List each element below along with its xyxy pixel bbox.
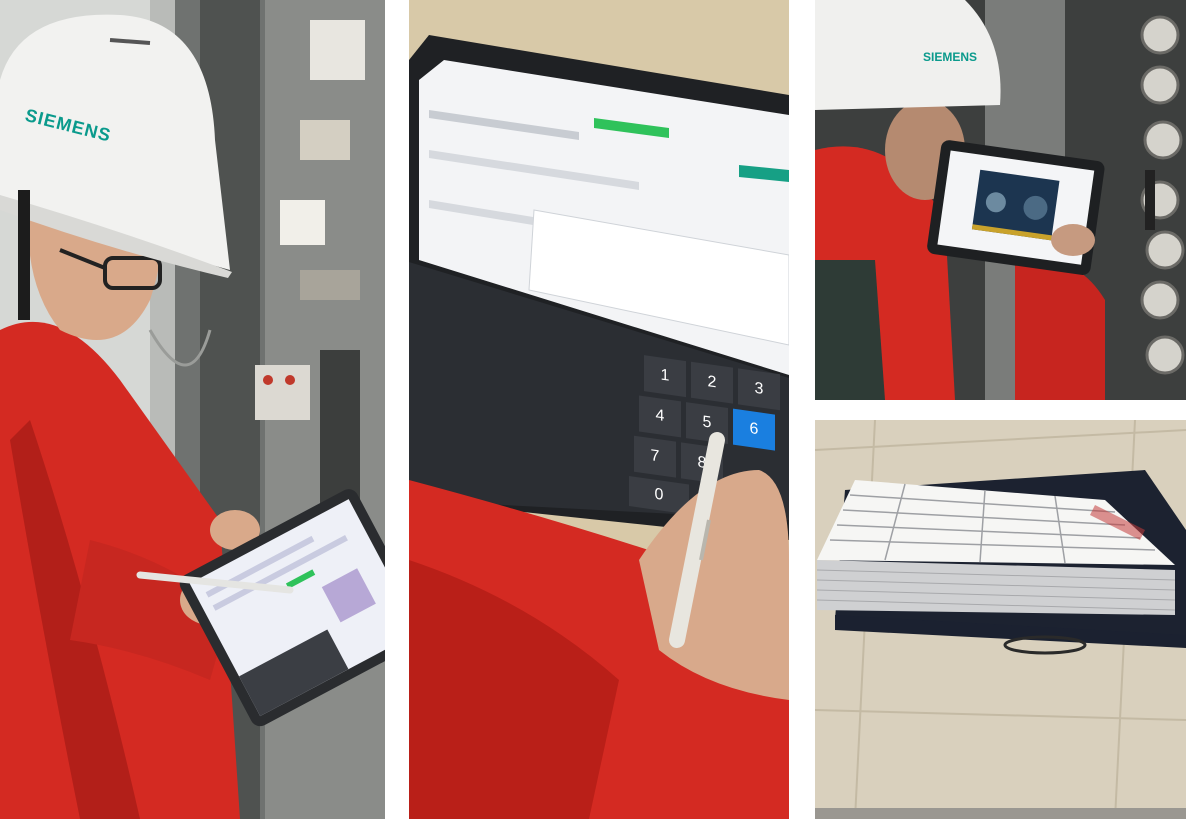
photo-panel-keypad-closeup: 1 2 3 4 5 6 7 8 0 [409, 0, 789, 819]
photo-panel-tablet-at-cabinet: SIEMENS [815, 0, 1186, 400]
helmet-logo-text: SIEMENS [923, 50, 978, 64]
photo-panel-paper-checklists [815, 420, 1186, 819]
photo-panel-technician-tablet: SIEMENS [0, 0, 385, 819]
